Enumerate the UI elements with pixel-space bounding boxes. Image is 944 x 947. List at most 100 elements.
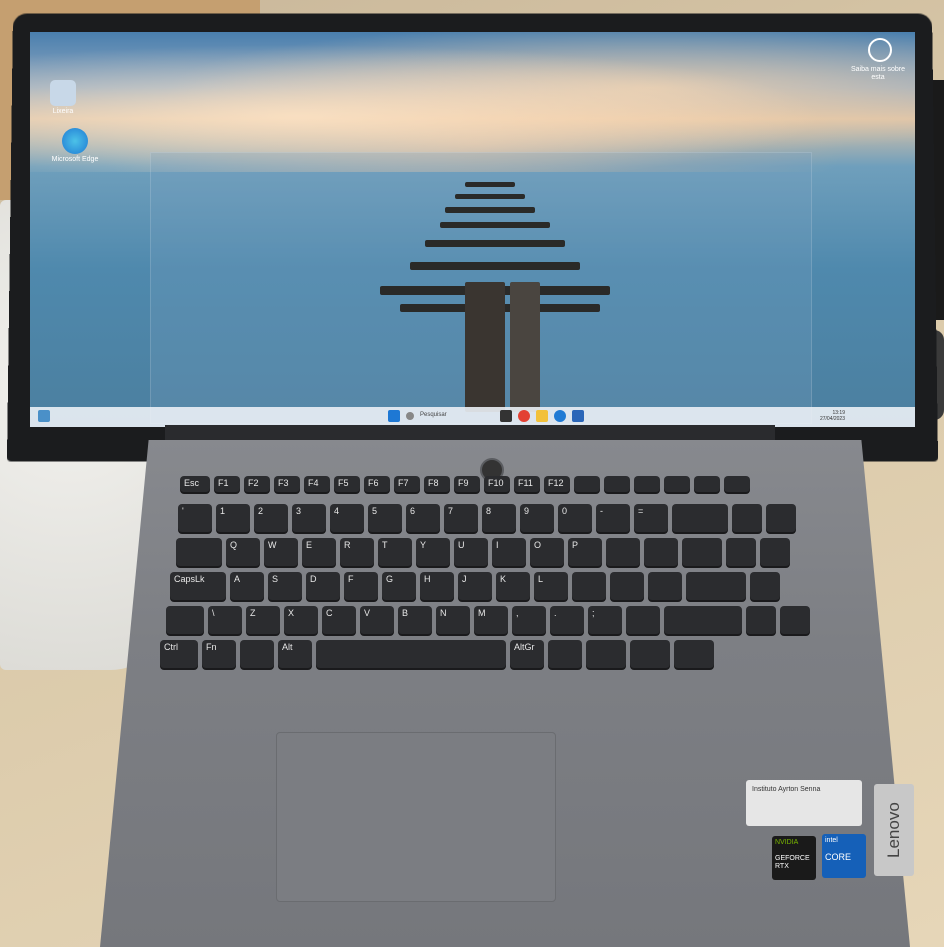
key[interactable] xyxy=(694,476,720,492)
widgets-icon[interactable] xyxy=(38,410,50,422)
system-clock[interactable]: 13:19 27/04/2023 xyxy=(820,410,845,422)
key[interactable]: F5 xyxy=(334,476,360,492)
chrome-icon[interactable] xyxy=(518,410,530,422)
key[interactable] xyxy=(686,572,746,600)
key[interactable] xyxy=(780,606,810,634)
key[interactable]: K xyxy=(496,572,530,600)
key[interactable]: F12 xyxy=(544,476,570,492)
key[interactable] xyxy=(604,476,630,492)
key[interactable]: 1 xyxy=(216,504,250,532)
key[interactable]: F2 xyxy=(244,476,270,492)
key[interactable]: Y xyxy=(416,538,450,566)
key[interactable] xyxy=(240,640,274,668)
key[interactable]: X xyxy=(284,606,318,634)
key[interactable]: 7 xyxy=(444,504,478,532)
key[interactable] xyxy=(572,572,606,600)
key[interactable]: S xyxy=(268,572,302,600)
key[interactable]: L xyxy=(534,572,568,600)
key[interactable]: R xyxy=(340,538,374,566)
key[interactable]: D xyxy=(306,572,340,600)
key[interactable] xyxy=(760,538,790,566)
key[interactable]: 6 xyxy=(406,504,440,532)
key[interactable]: F4 xyxy=(304,476,330,492)
key[interactable]: F8 xyxy=(424,476,450,492)
key[interactable]: B xyxy=(398,606,432,634)
key[interactable]: - xyxy=(596,504,630,532)
key[interactable]: F11 xyxy=(514,476,540,492)
key[interactable]: 0 xyxy=(558,504,592,532)
key[interactable] xyxy=(726,538,756,566)
key[interactable]: 2 xyxy=(254,504,288,532)
search-input[interactable]: Pesquisar xyxy=(420,412,447,418)
key[interactable]: M xyxy=(474,606,508,634)
key[interactable]: 9 xyxy=(520,504,554,532)
key[interactable]: T xyxy=(378,538,412,566)
key[interactable]: , xyxy=(512,606,546,634)
key[interactable] xyxy=(548,640,582,668)
key[interactable] xyxy=(672,504,728,532)
key[interactable] xyxy=(630,640,670,668)
key[interactable] xyxy=(648,572,682,600)
key[interactable]: F6 xyxy=(364,476,390,492)
key[interactable]: \ xyxy=(208,606,242,634)
key[interactable]: F10 xyxy=(484,476,510,492)
key[interactable]: Z xyxy=(246,606,280,634)
key[interactable]: 4 xyxy=(330,504,364,532)
key[interactable]: E xyxy=(302,538,336,566)
key[interactable]: Ctrl xyxy=(160,640,198,668)
key[interactable]: F xyxy=(344,572,378,600)
key[interactable]: Esc xyxy=(180,476,210,492)
key[interactable] xyxy=(606,538,640,566)
key[interactable] xyxy=(746,606,776,634)
recycle-bin-icon[interactable] xyxy=(50,80,76,106)
edge-icon[interactable] xyxy=(62,128,88,154)
key[interactable]: ; xyxy=(588,606,622,634)
key[interactable] xyxy=(316,640,506,668)
key[interactable] xyxy=(610,572,644,600)
key[interactable]: F9 xyxy=(454,476,480,492)
key[interactable] xyxy=(732,504,762,532)
key[interactable]: I xyxy=(492,538,526,566)
key[interactable]: P xyxy=(568,538,602,566)
key[interactable]: . xyxy=(550,606,584,634)
key[interactable]: W xyxy=(264,538,298,566)
key[interactable]: AltGr xyxy=(510,640,544,668)
key[interactable] xyxy=(674,640,714,668)
task-view-icon[interactable] xyxy=(500,410,512,422)
key[interactable]: O xyxy=(530,538,564,566)
key[interactable] xyxy=(176,538,222,566)
key[interactable]: ' xyxy=(178,504,212,532)
key[interactable]: = xyxy=(634,504,668,532)
key[interactable] xyxy=(724,476,750,492)
key[interactable] xyxy=(586,640,626,668)
search-icon[interactable] xyxy=(406,412,414,420)
key[interactable]: U xyxy=(454,538,488,566)
key[interactable] xyxy=(682,538,722,566)
key[interactable]: F3 xyxy=(274,476,300,492)
key[interactable] xyxy=(750,572,780,600)
key[interactable] xyxy=(626,606,660,634)
key[interactable]: 8 xyxy=(482,504,516,532)
key[interactable]: CapsLk xyxy=(170,572,226,600)
key[interactable] xyxy=(664,476,690,492)
touchpad[interactable] xyxy=(276,732,556,902)
learn-more-icon[interactable] xyxy=(868,38,892,62)
key[interactable]: Fn xyxy=(202,640,236,668)
key[interactable]: Q xyxy=(226,538,260,566)
key[interactable] xyxy=(766,504,796,532)
key[interactable]: F7 xyxy=(394,476,420,492)
key[interactable]: N xyxy=(436,606,470,634)
windows-start-icon[interactable] xyxy=(388,410,400,422)
key[interactable]: F1 xyxy=(214,476,240,492)
key[interactable]: J xyxy=(458,572,492,600)
store-icon[interactable] xyxy=(572,410,584,422)
key[interactable]: 3 xyxy=(292,504,326,532)
key[interactable]: V xyxy=(360,606,394,634)
explorer-icon[interactable] xyxy=(536,410,548,422)
key[interactable]: G xyxy=(382,572,416,600)
key[interactable] xyxy=(574,476,600,492)
key[interactable] xyxy=(644,538,678,566)
key[interactable]: A xyxy=(230,572,264,600)
key[interactable]: Alt xyxy=(278,640,312,668)
key[interactable] xyxy=(664,606,742,634)
